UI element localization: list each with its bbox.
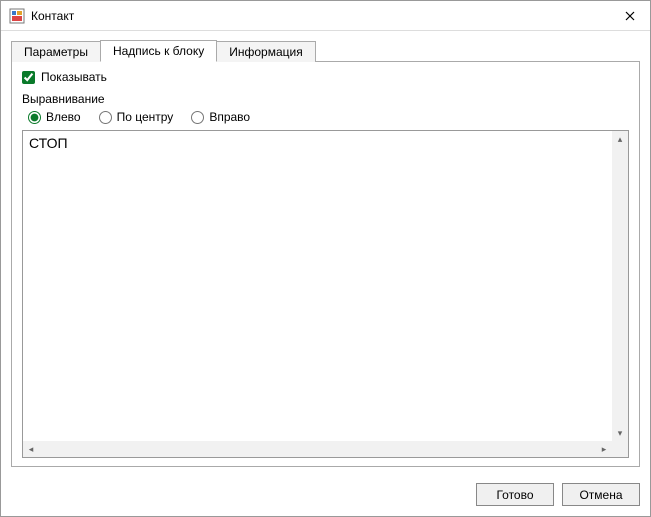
hscroll-track[interactable]	[39, 441, 596, 457]
close-icon	[625, 11, 635, 21]
ok-button[interactable]: Готово	[476, 483, 554, 506]
tab-info[interactable]: Информация	[216, 41, 315, 62]
align-center-radio[interactable]: По центру	[99, 110, 174, 124]
align-radio-group: Влево По центру Вправо	[22, 110, 629, 124]
window-title: Контакт	[31, 9, 618, 23]
vscroll-track[interactable]	[612, 147, 628, 425]
scroll-up-icon[interactable]: ▴	[612, 131, 628, 147]
align-left-label: Влево	[46, 110, 81, 124]
align-right-input[interactable]	[191, 111, 204, 124]
tab-label-block[interactable]: Надпись к блоку	[100, 40, 217, 62]
dialog-footer: Готово Отмена	[1, 477, 650, 516]
vertical-scrollbar[interactable]: ▴ ▾	[612, 131, 628, 441]
dialog-window: Контакт Параметры Надпись к блоку Информ…	[0, 0, 651, 517]
scroll-down-icon[interactable]: ▾	[612, 425, 628, 441]
scroll-left-icon[interactable]: ◂	[23, 441, 39, 457]
show-checkbox-label: Показывать	[41, 70, 107, 84]
show-checkbox-input[interactable]	[22, 71, 35, 84]
tab-panel: Показывать Выравнивание Влево По центру …	[11, 61, 640, 467]
tab-bar: Параметры Надпись к блоку Информация	[11, 39, 640, 61]
horizontal-scrollbar[interactable]: ◂ ▸	[23, 441, 612, 457]
app-icon	[9, 8, 25, 24]
align-center-input[interactable]	[99, 111, 112, 124]
cancel-button[interactable]: Отмена	[562, 483, 640, 506]
align-right-label: Вправо	[209, 110, 250, 124]
close-button[interactable]	[618, 4, 642, 28]
align-center-label: По центру	[117, 110, 174, 124]
align-right-radio[interactable]: Вправо	[191, 110, 250, 124]
align-left-radio[interactable]: Влево	[28, 110, 81, 124]
caption-text-container: СТОП ▴ ▾ ◂ ▸	[22, 130, 629, 458]
scroll-corner	[612, 441, 628, 457]
align-group-label: Выравнивание	[22, 92, 629, 106]
tab-params[interactable]: Параметры	[11, 41, 101, 62]
caption-textarea[interactable]: СТОП	[23, 131, 612, 441]
content-area: Параметры Надпись к блоку Информация Пок…	[1, 31, 650, 477]
show-checkbox[interactable]: Показывать	[22, 70, 629, 84]
titlebar: Контакт	[1, 1, 650, 31]
align-left-input[interactable]	[28, 111, 41, 124]
scroll-right-icon[interactable]: ▸	[596, 441, 612, 457]
